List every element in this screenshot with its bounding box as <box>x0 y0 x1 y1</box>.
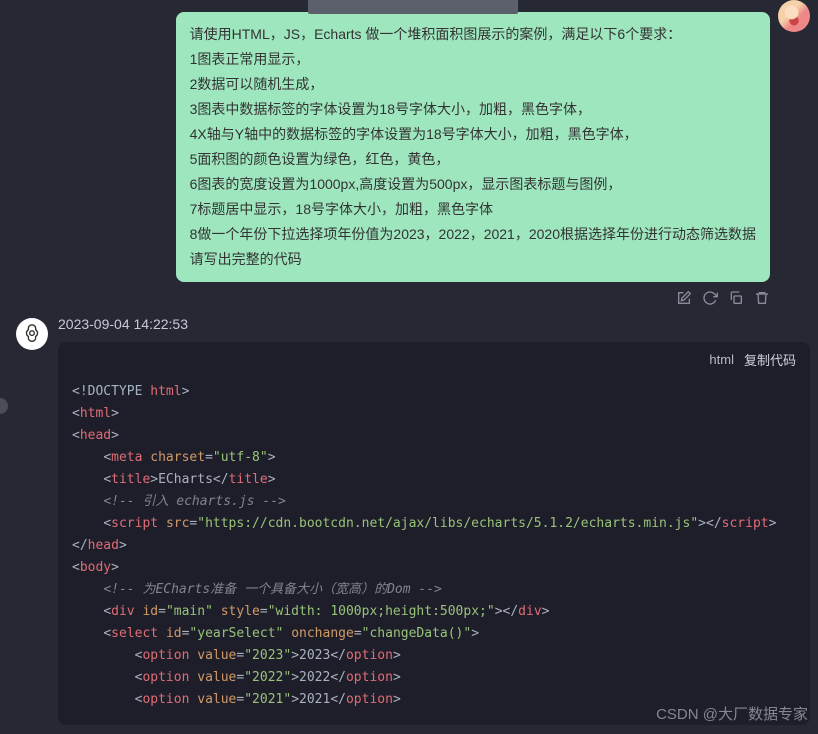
opt-val: 2023 <box>252 648 283 663</box>
user-avatar <box>778 0 810 32</box>
edit-icon[interactable] <box>676 290 692 306</box>
opt-text: 2022 <box>299 670 330 685</box>
delete-icon[interactable] <box>754 290 770 306</box>
user-line: 7标题居中显示，18号字体大小，加粗，黑色字体 <box>190 197 756 222</box>
code-content[interactable]: <!DOCTYPE html> <html> <head> <meta char… <box>58 377 810 725</box>
user-bubble: 请使用HTML，JS，Echarts 做一个堆积面积图展示的案例，满足以下6个要… <box>176 12 770 282</box>
title-text: ECharts <box>158 472 213 487</box>
refresh-icon[interactable] <box>702 290 718 306</box>
copy-button[interactable]: 复制代码 <box>744 350 796 369</box>
assistant-message: 2023-09-04 14:22:53 html 复制代码 <!DOCTYPE … <box>0 310 818 725</box>
timestamp: 2023-09-04 14:22:53 <box>58 316 810 332</box>
opt-val: 2021 <box>252 692 283 707</box>
opt-text: 2023 <box>299 648 330 663</box>
opt-val: 2022 <box>252 670 283 685</box>
message-actions <box>0 282 818 310</box>
user-line: 6图表的宽度设置为1000px,高度设置为500px，显示图表标题与图例， <box>190 172 756 197</box>
code-lang: html <box>709 352 734 367</box>
select-id: yearSelect <box>197 626 275 641</box>
openai-icon <box>21 323 43 345</box>
ai-avatar <box>16 318 48 350</box>
user-line: 3图表中数据标签的字体设置为18号字体大小，加粗，黑色字体， <box>190 97 756 122</box>
onchange-val: changeData() <box>369 626 463 641</box>
main-id: main <box>174 604 205 619</box>
user-line: 请使用HTML，JS，Echarts 做一个堆积面积图展示的案例，满足以下6个要… <box>190 22 756 47</box>
comment1: 引入 echarts.js <box>135 494 263 509</box>
opt-text: 2021 <box>299 692 330 707</box>
charset-val: utf-8 <box>221 450 260 465</box>
user-line: 1图表正常用显示， <box>190 47 756 72</box>
code-header: html 复制代码 <box>58 342 810 377</box>
script-src: https://cdn.bootcdn.net/ajax/libs/echart… <box>205 516 690 531</box>
redaction-bar <box>308 0 518 14</box>
comment2: 为ECharts准备 一个具备大小（宽高）的Dom <box>135 582 419 597</box>
user-line: 2数据可以随机生成， <box>190 72 756 97</box>
user-message: 请使用HTML，JS，Echarts 做一个堆积面积图展示的案例，满足以下6个要… <box>0 0 818 282</box>
user-line: 请写出完整的代码 <box>190 247 756 272</box>
user-line: 4X轴与Y轴中的数据标签的字体设置为18号字体大小，加粗，黑色字体， <box>190 122 756 147</box>
main-style: width: 1000px;height:500px; <box>276 604 487 619</box>
user-line: 8做一个年份下拉选择项年份值为2023，2022，2021，2020根据选择年份… <box>190 222 756 247</box>
user-line: 5面积图的颜色设置为绿色，红色，黄色， <box>190 147 756 172</box>
copy-icon[interactable] <box>728 290 744 306</box>
code-block: html 复制代码 <!DOCTYPE html> <html> <head> … <box>58 342 810 725</box>
